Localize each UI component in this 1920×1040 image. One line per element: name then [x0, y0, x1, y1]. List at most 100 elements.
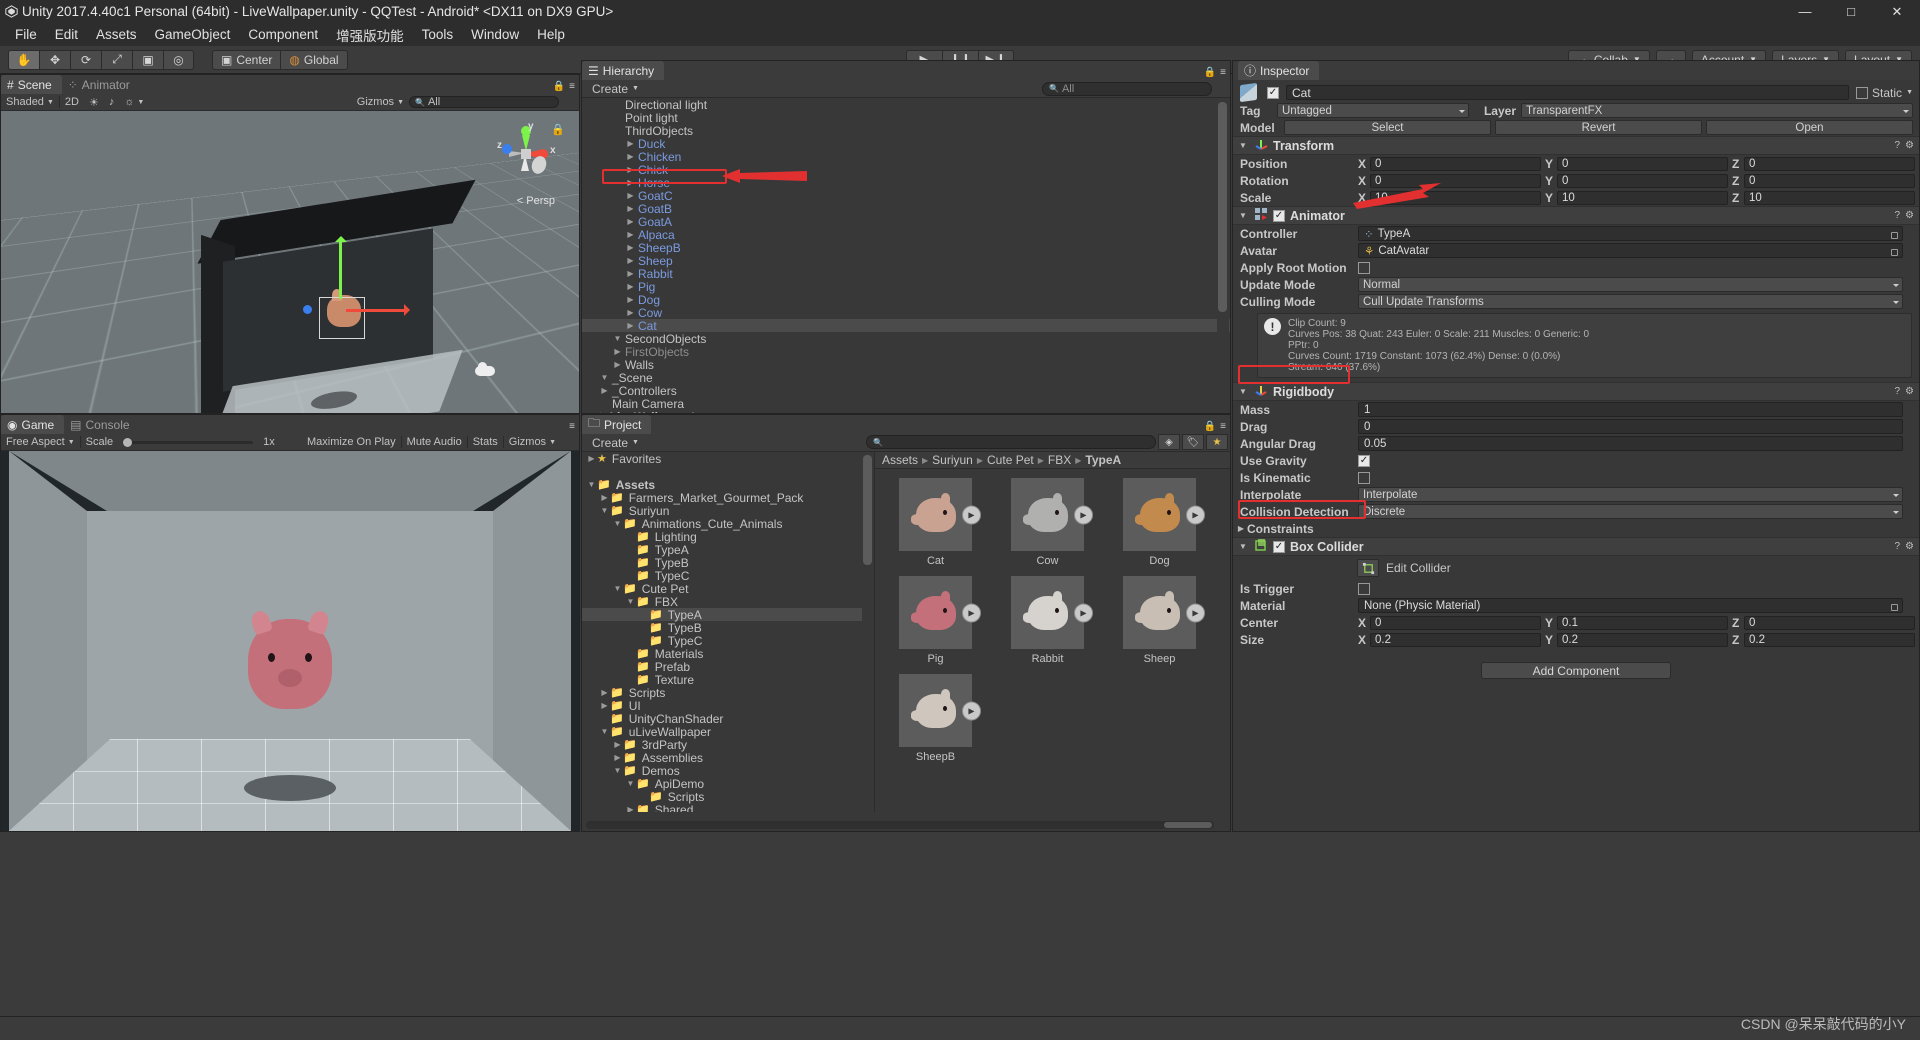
project-item-ulivewallpaper[interactable]: ▼ 📁 uLiveWallpaper — [582, 725, 874, 739]
hierarchy-scrollbar[interactable] — [1217, 98, 1229, 413]
menu-item-gameobject[interactable]: GameObject — [146, 25, 240, 44]
project-item-cute-pet[interactable]: ▼ 📁 Cute Pet — [582, 582, 874, 596]
lock-icon[interactable]: 🔒 — [1204, 421, 1216, 432]
lock-icon[interactable]: 🔒 — [1204, 67, 1216, 78]
rect-tool[interactable]: ▣ — [132, 49, 163, 70]
hierarchy-item-chick[interactable]: ▶ Chick — [582, 163, 1230, 177]
model-open-button[interactable]: Open — [1706, 120, 1913, 135]
transform-tool[interactable]: ◎ — [163, 49, 194, 70]
static-checkbox[interactable] — [1856, 86, 1869, 99]
project-item-typea[interactable]: 📁 TypeA — [582, 543, 874, 557]
boxcollider-foldout-icon[interactable]: ▼ — [1237, 542, 1249, 551]
apply-root-motion-checkbox[interactable] — [1358, 261, 1370, 274]
project-item-typeb[interactable]: 📁 TypeB — [582, 556, 874, 570]
scale-slider[interactable] — [123, 437, 254, 447]
is-trigger-checkbox[interactable] — [1358, 582, 1370, 595]
rigidbody-foldout-icon[interactable]: ▼ — [1237, 387, 1249, 396]
project-item-favorites[interactable]: ▶ ★ Favorites — [582, 452, 874, 466]
panel-menu-icon[interactable]: ≡ — [569, 421, 575, 432]
object-name-input[interactable]: Cat — [1286, 85, 1850, 100]
project-item-scripts[interactable]: 📁 Scripts — [582, 790, 874, 804]
expand-arrow-icon[interactable]: ▶ — [625, 282, 636, 291]
project-item-farmers-market-gourmet-pack[interactable]: ▶ 📁 Farmers_Market_Gourmet_Pack — [582, 491, 874, 505]
hierarchy-item--scene[interactable]: ▼ _Scene — [582, 371, 1230, 385]
maximize-on-play-toggle[interactable]: Maximize On Play — [302, 436, 401, 448]
pivot-space-button[interactable]: ◍ Global — [280, 49, 348, 70]
tab-console[interactable]: ▤ Console — [64, 415, 140, 434]
breadcrumb-item-fbx[interactable]: FBX — [1048, 453, 1071, 467]
hierarchy-item-alpaca[interactable]: ▶ Alpaca — [582, 228, 1230, 242]
hierarchy-item-goatc[interactable]: ▶ GoatC — [582, 189, 1230, 203]
hierarchy-item-cow[interactable]: ▶ Cow — [582, 306, 1230, 320]
project-item-ui[interactable]: ▶ 📁 UI — [582, 699, 874, 713]
gizmo-z-axis[interactable] — [303, 305, 312, 314]
gizmo-y-axis[interactable] — [335, 236, 347, 299]
menu-item-assets[interactable]: Assets — [87, 25, 146, 44]
asset-preview-play-icon[interactable]: ▶ — [1074, 603, 1093, 622]
rigidbody-header-icons[interactable]: ? ⚙ — [1894, 386, 1914, 397]
expand-arrow-icon[interactable]: ▶ — [612, 753, 623, 762]
scene-panel-options[interactable]: 🔒 ≡ — [553, 81, 575, 92]
transform-header-icons[interactable]: ? ⚙ — [1894, 140, 1914, 151]
transform-rotation-y[interactable]: Y0 — [1545, 173, 1728, 188]
expand-arrow-icon[interactable]: ▶ — [586, 454, 597, 463]
asset-thumbnail[interactable]: ▶ — [1011, 478, 1093, 551]
transform-scale-y[interactable]: Y 10 — [1545, 190, 1728, 205]
collapse-arrow-icon[interactable]: ▼ — [612, 519, 623, 528]
panel-menu-icon[interactable]: ≡ — [1220, 421, 1226, 432]
tab-game[interactable]: ◉ Game — [1, 415, 65, 434]
stats-toggle[interactable]: Stats — [468, 436, 503, 448]
settings-icon[interactable]: ⚙ — [1905, 386, 1914, 397]
scene-audio-toggle[interactable]: ♪ — [104, 96, 120, 108]
update-mode-dropdown[interactable]: Normal — [1358, 277, 1903, 292]
asset-preview-play-icon[interactable]: ▶ — [1074, 505, 1093, 524]
hierarchy-item-secondobjects[interactable]: ▼ SecondObjects — [582, 332, 1230, 346]
asset-thumbnail[interactable]: ▶ — [1123, 576, 1205, 649]
expand-arrow-icon[interactable]: ▶ — [599, 688, 610, 697]
help-icon[interactable]: ? — [1894, 210, 1900, 221]
transform-scale-z[interactable]: Z 10 — [1732, 190, 1915, 205]
hierarchy-item-cat[interactable]: ▶ Cat — [582, 319, 1230, 333]
settings-icon[interactable]: ⚙ — [1905, 140, 1914, 151]
hierarchy-item-duck[interactable]: ▶ Duck — [582, 137, 1230, 151]
size-z[interactable]: Z 0.2 — [1732, 632, 1915, 647]
hierarchy-item-main-camera[interactable]: Main Camera — [582, 397, 1230, 411]
object-enabled-checkbox[interactable]: ✓ — [1267, 86, 1279, 99]
expand-arrow-icon[interactable]: ▶ — [625, 152, 636, 161]
rigidbody-is-kinematic-checkbox[interactable] — [1358, 471, 1370, 484]
project-item-demos[interactable]: ▼ 📁 Demos — [582, 764, 874, 778]
project-item-unitychanshader[interactable]: 📁 UnityChanShader — [582, 712, 874, 726]
asset-item-sheep[interactable]: ▶ Sheep — [1108, 576, 1211, 665]
transform-foldout-icon[interactable]: ▼ — [1237, 141, 1249, 150]
expand-arrow-icon[interactable]: ▶ — [599, 701, 610, 710]
collapse-arrow-icon[interactable]: ▼ — [612, 334, 623, 343]
tab-inspector[interactable]: ⓘ Inspector — [1238, 61, 1320, 80]
scene-view-gizmo[interactable]: y x z — [495, 121, 557, 185]
scene-viewport[interactable]: 🔒 y x z < Persp — [1, 111, 579, 413]
model-select-button[interactable]: Select — [1284, 120, 1491, 135]
project-item-typea[interactable]: 📁 TypeA — [582, 608, 874, 622]
hierarchy-item-rabbit[interactable]: ▶ Rabbit — [582, 267, 1230, 281]
expand-arrow-icon[interactable]: ▶ — [625, 805, 636, 812]
expand-arrow-icon[interactable]: ▶ — [599, 386, 610, 395]
hierarchy-item-chicken[interactable]: ▶ Chicken — [582, 150, 1230, 164]
asset-thumbnail[interactable]: ▶ — [1011, 576, 1093, 649]
game-gizmos-dropdown[interactable]: Gizmos ▼ — [504, 436, 561, 448]
rigidbody-angular-drag-input[interactable]: 0.05 — [1358, 436, 1903, 451]
asset-preview-play-icon[interactable]: ▶ — [1186, 603, 1205, 622]
collapse-arrow-icon[interactable]: ▼ — [625, 597, 636, 606]
expand-arrow-icon[interactable]: ▶ — [625, 230, 636, 239]
rigidbody-collision-detection-dropdown[interactable]: Discrete — [1358, 504, 1903, 519]
rigidbody-mass-input[interactable]: 1 — [1358, 402, 1903, 417]
help-icon[interactable]: ? — [1894, 140, 1900, 151]
asset-item-sheepb[interactable]: ▶ SheepB — [884, 674, 987, 763]
animator-header-icons[interactable]: ? ⚙ — [1894, 210, 1914, 221]
constraints-foldout-icon[interactable]: ▶ — [1235, 524, 1247, 533]
collapse-arrow-icon[interactable]: ▼ — [599, 373, 610, 382]
hierarchy-item-dog[interactable]: ▶ Dog — [582, 293, 1230, 307]
expand-arrow-icon[interactable]: ▶ — [625, 308, 636, 317]
asset-preview-play-icon[interactable]: ▶ — [962, 603, 981, 622]
project-item-typec[interactable]: 📁 TypeC — [582, 569, 874, 583]
mute-audio-toggle[interactable]: Mute Audio — [402, 436, 467, 448]
project-horizontal-scrollbar[interactable] — [586, 821, 1214, 829]
